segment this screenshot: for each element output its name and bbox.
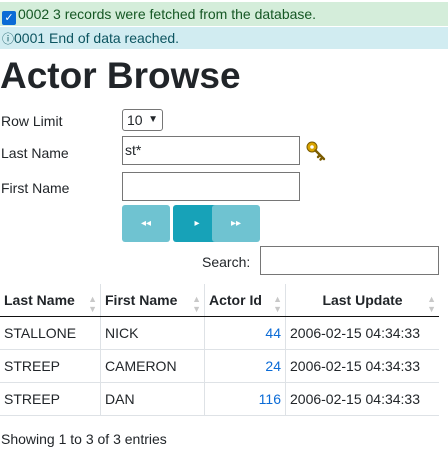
- success-message-text: 0002 3 records were fetched from the dat…: [18, 6, 317, 22]
- last-name-cell: STALLONE: [0, 316, 101, 350]
- column-header-last-name[interactable]: Last Name ▲ ▼: [0, 284, 101, 317]
- sort-icon: ▲ ▼: [273, 294, 282, 314]
- table-info: Showing 1 to 3 of 3 entries: [1, 431, 167, 447]
- search-label: Search:: [202, 254, 251, 270]
- row-limit-label: Row Limit: [1, 113, 63, 129]
- sort-icon: ▲ ▼: [192, 294, 201, 314]
- success-message: ✓ 0002 3 records were fetched from the da…: [0, 2, 448, 26]
- first-name-cell: NICK: [100, 316, 205, 350]
- column-header-actor-id[interactable]: Actor Id ▲ ▼: [204, 284, 286, 317]
- sort-icon: ▲ ▼: [427, 294, 436, 314]
- column-header-last-update[interactable]: Last Update ▲ ▼: [285, 284, 439, 317]
- first-name-input[interactable]: [122, 172, 300, 201]
- row-limit-select[interactable]: 10 ▼: [122, 109, 163, 131]
- actor-id-link[interactable]: 116: [204, 382, 286, 416]
- last-page-button[interactable]: ▸▸: [212, 205, 260, 242]
- last-name-cell: STREEP: [0, 382, 101, 416]
- first-name-cell: DAN: [100, 382, 205, 416]
- table-row[interactable]: STREEP DAN 116 2006-02-15 04:34:33: [0, 382, 439, 416]
- search-input[interactable]: [260, 246, 439, 275]
- actor-table: Last Name ▲ ▼ First Name ▲ ▼ Actor Id ▲ ▼ Last…: [0, 284, 439, 416]
- first-page-button[interactable]: ◂◂: [122, 205, 170, 242]
- table-row[interactable]: STREEP CAMERON 24 2006-02-15 04:34:33: [0, 349, 439, 383]
- row-limit-value: 10: [127, 112, 143, 128]
- last-name-cell: STREEP: [0, 349, 101, 383]
- last-name-input[interactable]: st*: [122, 136, 300, 165]
- key-icon[interactable]: [305, 140, 327, 162]
- info-message-text: 0001 End of data reached.: [14, 30, 180, 46]
- last-name-label: Last Name: [1, 145, 69, 161]
- first-name-cell: CAMERON: [100, 349, 205, 383]
- last-update-cell: 2006-02-15 04:34:33: [285, 382, 439, 416]
- actor-id-link[interactable]: 44: [204, 316, 286, 350]
- last-update-cell: 2006-02-15 04:34:33: [285, 316, 439, 350]
- table-header-row: Last Name ▲ ▼ First Name ▲ ▼ Actor Id ▲ ▼ Last…: [0, 284, 439, 317]
- info-message: ⓘ0001 End of data reached.: [0, 27, 448, 49]
- check-box-icon: ✓: [2, 11, 16, 25]
- column-header-first-name[interactable]: First Name ▲ ▼: [100, 284, 205, 317]
- last-update-cell: 2006-02-15 04:34:33: [285, 349, 439, 383]
- sort-icon: ▲ ▼: [88, 294, 97, 314]
- first-name-label: First Name: [1, 180, 70, 196]
- table-row[interactable]: STALLONE NICK 44 2006-02-15 04:34:33: [0, 316, 439, 350]
- actor-id-link[interactable]: 24: [204, 349, 286, 383]
- info-icon: ⓘ: [2, 32, 15, 46]
- page-title: Actor Browse: [0, 55, 241, 96]
- chevron-down-icon: ▼: [148, 114, 158, 125]
